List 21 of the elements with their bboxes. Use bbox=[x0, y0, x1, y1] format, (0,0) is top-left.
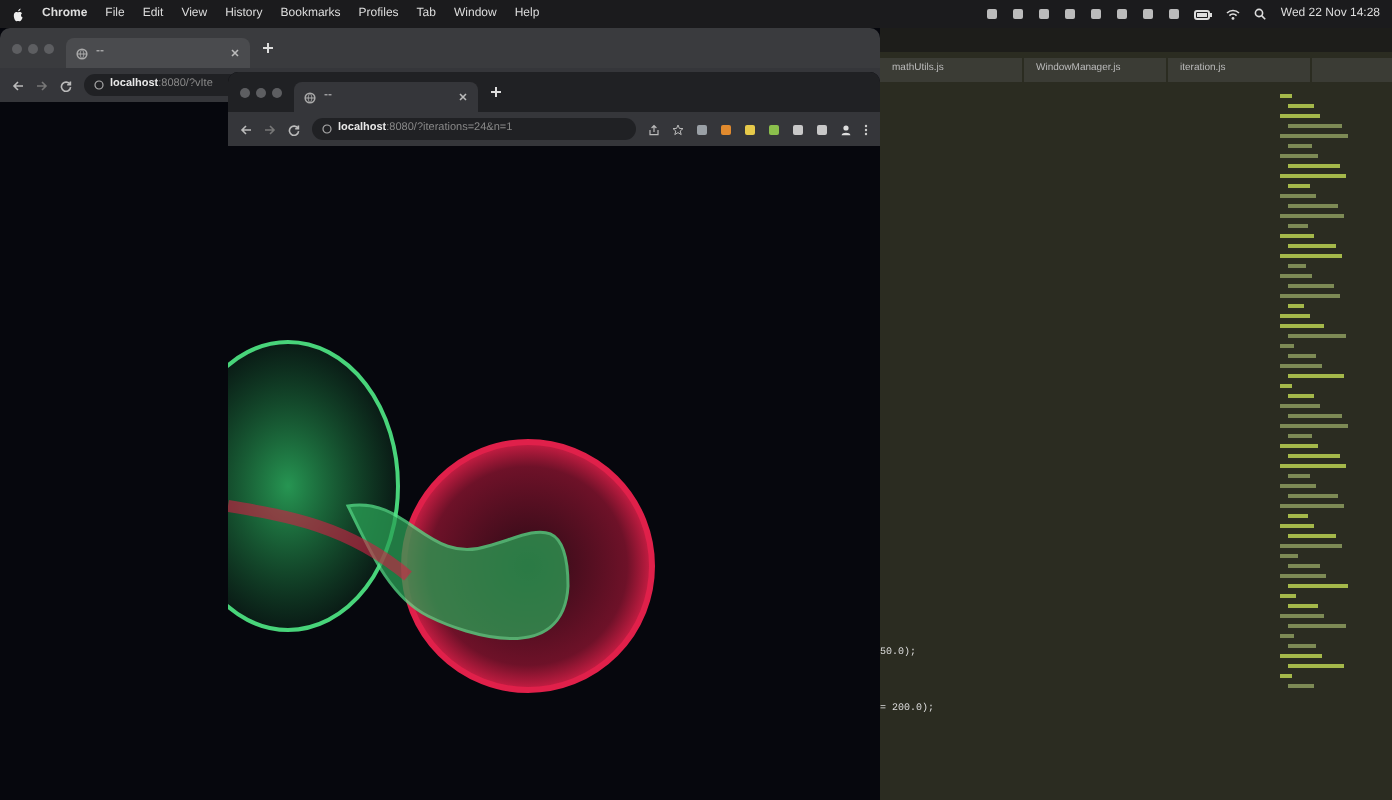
plus-icon[interactable] bbox=[262, 42, 274, 54]
reload-icon[interactable] bbox=[288, 123, 300, 135]
reload-icon[interactable] bbox=[60, 79, 72, 91]
globe-icon bbox=[304, 91, 316, 103]
info-icon bbox=[322, 124, 332, 134]
close-icon[interactable] bbox=[230, 48, 240, 58]
close-icon[interactable] bbox=[458, 92, 468, 102]
search-icon[interactable] bbox=[1254, 8, 1267, 20]
globe-icon bbox=[76, 47, 88, 59]
share-icon[interactable] bbox=[648, 123, 660, 135]
back-arrow-icon[interactable] bbox=[240, 123, 252, 135]
profile-icon[interactable] bbox=[840, 123, 852, 135]
plus-icon[interactable] bbox=[490, 86, 502, 98]
battery-icon[interactable] bbox=[1194, 9, 1213, 19]
apple-icon[interactable] bbox=[12, 7, 24, 21]
forward-arrow-icon[interactable] bbox=[264, 123, 276, 135]
info-icon bbox=[94, 80, 104, 90]
forward-arrow-icon[interactable] bbox=[36, 79, 48, 91]
wifi-icon[interactable] bbox=[1226, 8, 1241, 20]
back-arrow-icon[interactable] bbox=[12, 79, 24, 91]
star-icon[interactable] bbox=[672, 123, 684, 135]
